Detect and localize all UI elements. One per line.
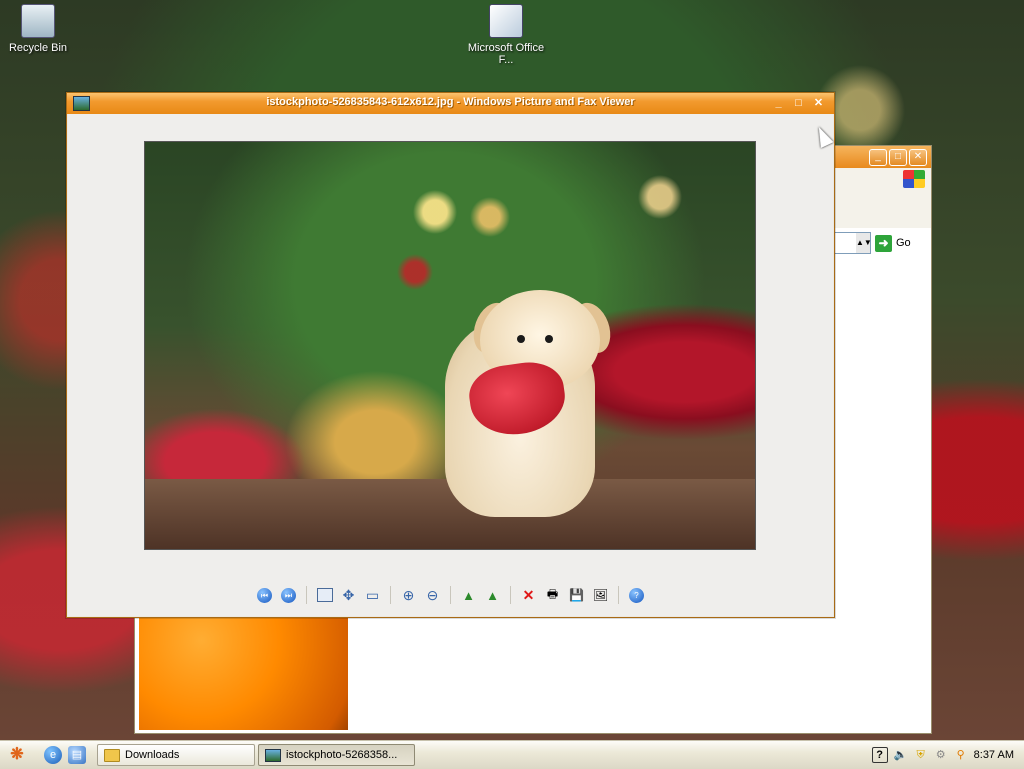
actual-size-icon: ✥	[342, 586, 355, 603]
slideshow-button[interactable]: ▭	[363, 586, 382, 605]
toolbar-separator	[618, 586, 619, 604]
taskbar-item-picture-viewer[interactable]: istockphoto-5268358...	[258, 744, 415, 766]
taskbar-item-label: Downloads	[125, 749, 180, 761]
titlebar[interactable]: istockphoto-526835843-612x612.jpg - Wind…	[67, 93, 834, 114]
system-tray: ? 🔈 ⛨ ⚙ ⚲ 8:37 AM	[871, 743, 1024, 767]
go-button[interactable]: ➜ Go	[875, 234, 911, 252]
bg-minimize-button[interactable]: _	[869, 149, 887, 166]
toolbar-separator	[450, 586, 451, 604]
start-menu-icon: ❋	[10, 746, 24, 763]
toolbar-separator	[390, 586, 391, 604]
best-fit-icon	[316, 588, 333, 602]
rotate-clockwise-button[interactable]: ▲	[459, 586, 478, 605]
rotate-counterclockwise-icon: ▲	[486, 587, 499, 603]
toolbar-separator	[306, 586, 307, 604]
zoom-out-icon: ⊖	[426, 586, 439, 603]
taskbar-item-label: istockphoto-5268358...	[286, 749, 398, 761]
viewer-toolbar: ⏮ ⏭ ✥ ▭ ⊕ ⊖ ▲ ▲ ✕ 🖶 💾 🖼 ?	[68, 582, 833, 608]
taskbar-item-downloads[interactable]: Downloads	[97, 744, 255, 766]
puppy-eye	[517, 335, 525, 343]
dropdown-arrow-icon[interactable]: ▲▼	[856, 233, 872, 253]
bg-close-button[interactable]: ✕	[909, 149, 927, 166]
picture-viewer-window[interactable]: istockphoto-526835843-612x612.jpg - Wind…	[66, 92, 835, 618]
go-label: Go	[896, 237, 911, 249]
slideshow-icon: ▭	[365, 586, 380, 603]
internet-explorer-quicklaunch-icon[interactable]: e	[44, 746, 62, 764]
puppy-eye	[545, 335, 553, 343]
rotate-counterclockwise-button[interactable]: ▲	[483, 586, 502, 605]
window-title: istockphoto-526835843-612x612.jpg - Wind…	[266, 96, 635, 108]
office-document-icon	[489, 4, 523, 38]
taskbar: ❋ e ▤ Downloads istockphoto-5268358... ?…	[0, 740, 1024, 769]
clock[interactable]: 8:37 AM	[974, 749, 1014, 761]
previous-icon: ⏮	[257, 587, 272, 603]
save-icon: 💾	[569, 588, 584, 602]
print-button[interactable]: 🖶	[543, 586, 562, 605]
next-icon: ⏭	[281, 587, 296, 603]
background-window-titlebar[interactable]: _ □ ✕	[831, 146, 931, 168]
recycle-bin-label: Recycle Bin	[8, 42, 68, 54]
viewer-client-area: ⏮ ⏭ ✥ ▭ ⊕ ⊖ ▲ ▲ ✕ 🖶 💾 🖼 ?	[68, 114, 833, 616]
start-button[interactable]: ❋	[6, 745, 28, 765]
folder-icon	[104, 748, 120, 762]
delete-icon: ✕	[522, 586, 535, 603]
delete-button[interactable]: ✕	[519, 586, 538, 605]
windows-logo-icon	[903, 170, 925, 188]
previous-image-button[interactable]: ⏮	[255, 586, 274, 605]
toolbar-separator	[510, 586, 511, 604]
actual-size-button[interactable]: ✥	[339, 586, 358, 605]
network-icon[interactable]: ⚙	[934, 748, 948, 762]
zoom-in-icon: ⊕	[402, 586, 415, 603]
recycle-bin-icon	[21, 4, 55, 38]
print-icon: 🖶	[546, 586, 559, 601]
displayed-photo	[144, 141, 756, 550]
explorer-quicklaunch-icon[interactable]: ▤	[68, 746, 86, 764]
open-with-icon: 🖼	[592, 588, 609, 602]
save-button[interactable]: 💾	[567, 586, 586, 605]
search-icon[interactable]: ⚲	[954, 748, 968, 762]
security-icon[interactable]: ⛨	[914, 748, 928, 762]
office-shortcut[interactable]: Microsoft Office F...	[466, 4, 546, 66]
orange-banner-image	[139, 618, 348, 730]
help-icon[interactable]: ?	[871, 747, 888, 763]
help-button[interactable]: ?	[627, 586, 646, 605]
zoom-out-button[interactable]: ⊖	[423, 586, 442, 605]
maximize-button[interactable]: □	[791, 96, 806, 111]
best-fit-button[interactable]	[315, 586, 334, 605]
go-arrow-icon: ➜	[875, 234, 892, 252]
open-with-button[interactable]: 🖼	[591, 586, 610, 605]
zoom-in-button[interactable]: ⊕	[399, 586, 418, 605]
bg-maximize-button[interactable]: □	[889, 149, 907, 166]
volume-icon[interactable]: 🔈	[894, 748, 908, 762]
minimize-button[interactable]: _	[771, 96, 786, 111]
next-image-button[interactable]: ⏭	[279, 586, 298, 605]
office-shortcut-label: Microsoft Office F...	[467, 42, 545, 66]
rotate-clockwise-icon: ▲	[462, 587, 475, 603]
close-button[interactable]: ✕	[811, 96, 826, 111]
help-icon: ?	[629, 587, 644, 603]
picture-viewer-icon	[265, 748, 281, 762]
recycle-bin-shortcut[interactable]: Recycle Bin	[0, 4, 78, 54]
